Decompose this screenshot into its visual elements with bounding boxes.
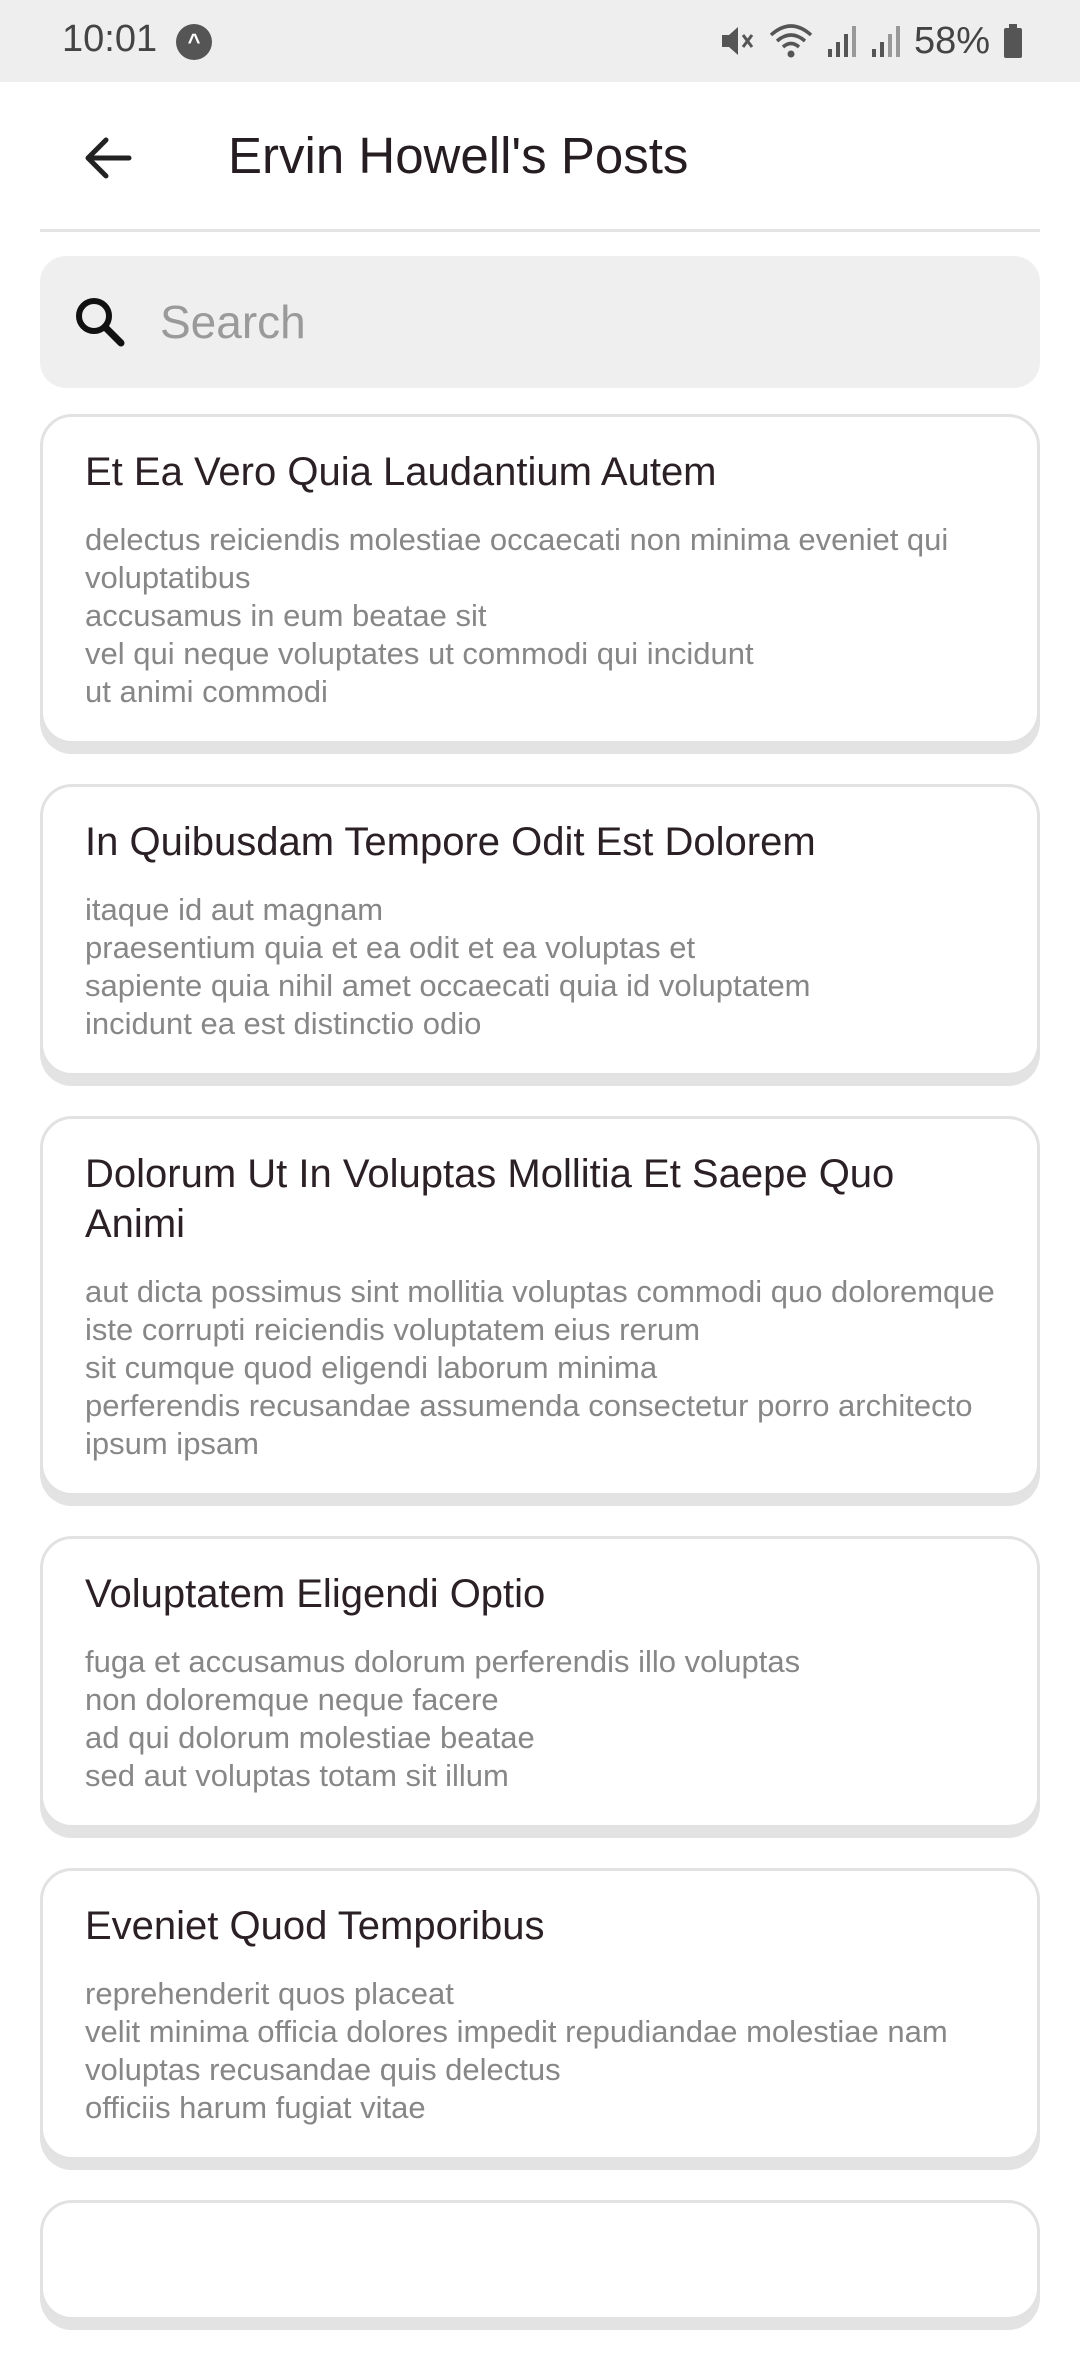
post-title: In Quibusdam Tempore Odit Est Dolorem — [85, 820, 816, 864]
status-bar: 10:01 ^ 58% — [0, 0, 1080, 82]
mute-icon — [721, 27, 754, 55]
post-body: aut dicta possimus sint mollitia volupta… — [85, 1274, 995, 1461]
signal-2-icon — [871, 26, 900, 57]
post-list: Et Ea Vero Quia Laudantium Autem delectu… — [40, 414, 1040, 2360]
post-title: Et Ea Vero Quia Laudantium Autem — [85, 450, 717, 494]
app-bar-divider — [40, 229, 1040, 232]
post-card-partial[interactable] — [40, 2200, 1040, 2320]
status-time: 10:01 — [62, 18, 158, 60]
battery-percent: 58% — [913, 19, 990, 62]
post-card[interactable]: Eveniet Quod Temporibus reprehenderit qu… — [40, 1868, 1040, 2160]
post-body: fuga et accusamus dolorum perferendis il… — [85, 1644, 801, 1793]
status-icons: 58% — [716, 16, 1024, 66]
back-button[interactable] — [72, 122, 144, 194]
page-title: Ervin Howell's Posts — [228, 127, 689, 184]
post-body: itaque id aut magnam praesentium quia et… — [85, 892, 811, 1041]
post-title: Eveniet Quod Temporibus — [85, 1904, 545, 1948]
wifi-icon — [769, 24, 813, 58]
search-icon — [76, 298, 125, 347]
post-card[interactable]: Dolorum Ut In Voluptas Mollitia Et Saepe… — [40, 1116, 1040, 1496]
post-body: delectus reiciendis molestiae occaecati … — [85, 522, 949, 709]
post-title: Dolorum Ut In Voluptas Mollitia Et Saepe… — [85, 1152, 895, 1246]
post-card[interactable]: Et Ea Vero Quia Laudantium Autem delectu… — [40, 414, 1040, 744]
search-input[interactable] — [160, 286, 1000, 358]
battery-icon — [1004, 24, 1022, 58]
navigation-app-icon: ^ — [176, 24, 212, 60]
post-card[interactable]: In Quibusdam Tempore Odit Est Dolorem it… — [40, 784, 1040, 1076]
post-title: Voluptatem Eligendi Optio — [85, 1572, 546, 1616]
post-body: reprehenderit quos placeat velit minima … — [85, 1976, 948, 2125]
post-card[interactable]: Voluptatem Eligendi Optio fuga et accusa… — [40, 1536, 1040, 1828]
app-bar: Ervin Howell's Posts — [0, 82, 1080, 230]
signal-1-icon — [827, 26, 856, 57]
search-bar[interactable] — [40, 256, 1040, 388]
arrow-left-icon — [85, 137, 132, 179]
